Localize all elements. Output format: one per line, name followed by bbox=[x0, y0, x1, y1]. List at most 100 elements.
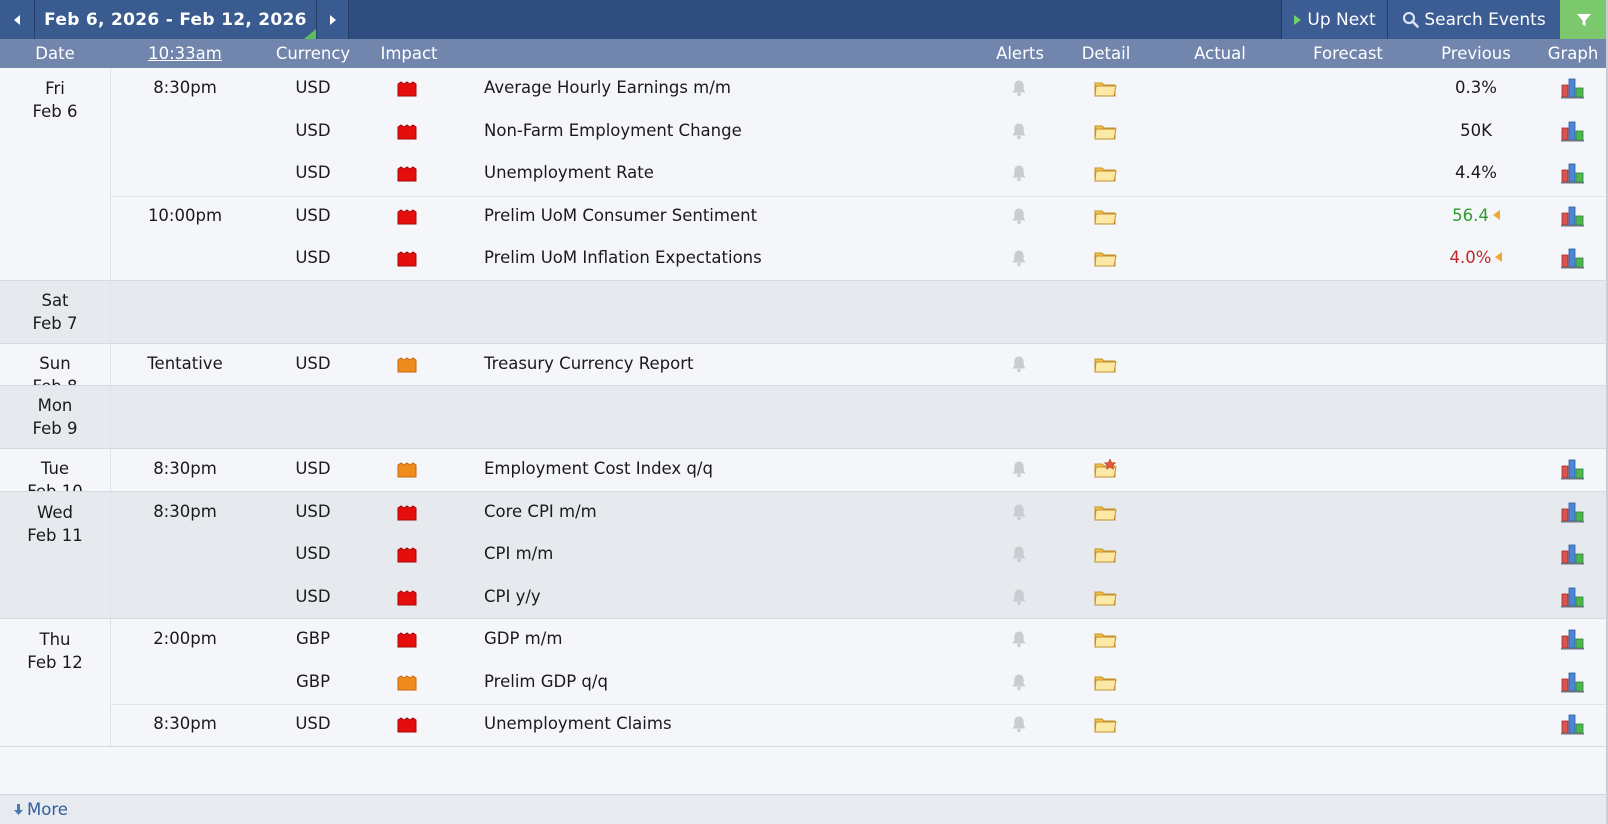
event-title: Employment Cost Index q/q bbox=[484, 459, 713, 478]
day-weekday: Sat bbox=[41, 290, 69, 310]
bar-graph-icon[interactable] bbox=[1560, 501, 1586, 523]
day-block: Mon Feb 9 bbox=[0, 386, 1608, 449]
bell-icon[interactable] bbox=[1011, 207, 1027, 225]
impact-high-icon bbox=[397, 632, 418, 648]
previous-value: 0.3% bbox=[1455, 78, 1497, 97]
col-currency: Currency bbox=[275, 44, 351, 63]
folder-icon[interactable] bbox=[1094, 206, 1118, 226]
impact-high-icon bbox=[397, 547, 418, 563]
event-currency: USD bbox=[295, 163, 331, 182]
bell-icon[interactable] bbox=[1011, 630, 1027, 648]
up-next-label: Up Next bbox=[1307, 9, 1376, 30]
event-currency: USD bbox=[295, 248, 331, 267]
bar-graph-icon[interactable] bbox=[1560, 458, 1586, 480]
bell-icon[interactable] bbox=[1011, 588, 1027, 606]
folder-icon[interactable] bbox=[1094, 587, 1118, 607]
day-weekday: Fri bbox=[45, 79, 65, 98]
event-title: Prelim GDP q/q bbox=[484, 671, 608, 691]
bell-icon[interactable] bbox=[1011, 249, 1027, 267]
impact-high-icon bbox=[397, 166, 418, 182]
date-range-button[interactable]: Feb 6, 2026 - Feb 12, 2026 bbox=[35, 0, 317, 39]
revision-arrow-icon bbox=[1495, 252, 1503, 262]
bell-icon[interactable] bbox=[1011, 545, 1027, 563]
folder-icon[interactable] bbox=[1094, 78, 1118, 98]
event-currency: USD bbox=[295, 501, 331, 521]
impact-high-icon bbox=[397, 123, 418, 139]
folder-star-icon[interactable] bbox=[1094, 458, 1118, 479]
previous-week-button[interactable] bbox=[0, 0, 35, 39]
bell-icon[interactable] bbox=[1011, 673, 1027, 691]
event-currency: USD bbox=[295, 353, 331, 373]
revision-arrow-icon bbox=[1492, 209, 1500, 220]
folder-icon[interactable] bbox=[1094, 502, 1118, 522]
more-link[interactable]: More bbox=[13, 800, 68, 819]
bell-icon[interactable] bbox=[1011, 355, 1027, 373]
day-block: Wed Feb 11 8:30pm USD Core CPI m/m USD CPI m/m… bbox=[0, 491, 1608, 619]
impact-high-icon bbox=[397, 208, 418, 224]
folder-icon[interactable] bbox=[1094, 354, 1118, 374]
folder-icon[interactable] bbox=[1094, 544, 1118, 564]
day-weekday: Wed bbox=[37, 502, 73, 522]
bell-icon[interactable] bbox=[1011, 460, 1027, 478]
event-time: 2:00pm bbox=[153, 629, 217, 648]
bar-graph-icon[interactable] bbox=[1560, 77, 1586, 99]
bar-graph-icon[interactable] bbox=[1560, 120, 1586, 142]
folder-icon[interactable] bbox=[1094, 714, 1118, 734]
event-time: 8:30pm bbox=[153, 78, 217, 97]
bell-icon[interactable] bbox=[1011, 164, 1027, 182]
event-currency: USD bbox=[295, 586, 331, 606]
day-date: Mon Feb 9 bbox=[0, 394, 110, 440]
bell-icon[interactable] bbox=[1011, 122, 1027, 140]
bar-graph-icon[interactable] bbox=[1560, 586, 1586, 608]
calendar: Feb 6, 2026 - Feb 12, 2026 Up Next Searc… bbox=[0, 0, 1608, 824]
col-previous: Previous bbox=[1441, 44, 1511, 63]
day-weekday: Sun bbox=[39, 353, 71, 373]
folder-icon[interactable] bbox=[1094, 629, 1118, 649]
previous-value: 56.4 bbox=[1452, 205, 1489, 225]
event-currency: USD bbox=[295, 78, 331, 97]
folder-icon[interactable] bbox=[1094, 672, 1118, 692]
day-weekday: Thu bbox=[39, 630, 71, 649]
col-time-link[interactable]: 10:33am bbox=[110, 39, 260, 68]
event-title: Unemployment Claims bbox=[484, 714, 672, 733]
search-events-button[interactable]: Search Events bbox=[1388, 0, 1560, 39]
search-icon bbox=[1402, 11, 1420, 28]
bar-graph-icon[interactable] bbox=[1560, 247, 1586, 269]
bar-graph-icon[interactable] bbox=[1560, 628, 1586, 650]
up-next-button[interactable]: Up Next bbox=[1281, 0, 1388, 39]
day-block: SunFeb 8TentativeUSDTreasury Currency Re… bbox=[0, 343, 1608, 396]
event-title: Treasury Currency Report bbox=[484, 353, 694, 373]
bar-graph-icon[interactable] bbox=[1560, 671, 1586, 693]
folder-icon[interactable] bbox=[1094, 163, 1118, 183]
bar-graph-icon[interactable] bbox=[1560, 205, 1586, 227]
impact-high-icon bbox=[397, 589, 418, 605]
bar-graph-icon[interactable] bbox=[1560, 162, 1586, 184]
day-weekday: Tue bbox=[40, 459, 70, 478]
event-title: Prelim UoM Inflation Expectations bbox=[484, 248, 762, 267]
folder-icon[interactable] bbox=[1094, 121, 1118, 141]
event-title: Non-Farm Employment Change bbox=[484, 120, 742, 140]
impact-medium-icon bbox=[397, 356, 418, 372]
bell-icon[interactable] bbox=[1011, 503, 1027, 521]
event-title: GDP m/m bbox=[484, 629, 563, 648]
event-title: Core CPI m/m bbox=[484, 501, 597, 521]
impact-medium-icon bbox=[397, 462, 418, 478]
bar-graph-icon[interactable] bbox=[1560, 543, 1586, 565]
event-time: 8:30pm bbox=[153, 459, 217, 478]
next-week-button[interactable] bbox=[317, 0, 349, 39]
range-corner-marker bbox=[304, 29, 316, 39]
day-block: Fri Feb 6 8:30pm USD Average Hourly Earnings… bbox=[0, 68, 1608, 281]
filter-button[interactable] bbox=[1560, 0, 1608, 39]
impact-high-icon bbox=[397, 251, 418, 267]
previous-value: 50K bbox=[1460, 120, 1492, 140]
date-column-divider bbox=[110, 280, 111, 344]
col-detail: Detail bbox=[1081, 44, 1131, 63]
bell-icon[interactable] bbox=[1011, 79, 1027, 97]
folder-icon[interactable] bbox=[1094, 248, 1118, 268]
previous-value: 4.0% bbox=[1449, 248, 1492, 267]
event-time: Tentative bbox=[147, 353, 223, 373]
bell-icon[interactable] bbox=[1011, 715, 1027, 733]
bar-graph-icon[interactable] bbox=[1560, 713, 1586, 735]
col-graph: Graph bbox=[1547, 44, 1599, 63]
event-currency: USD bbox=[295, 459, 331, 478]
